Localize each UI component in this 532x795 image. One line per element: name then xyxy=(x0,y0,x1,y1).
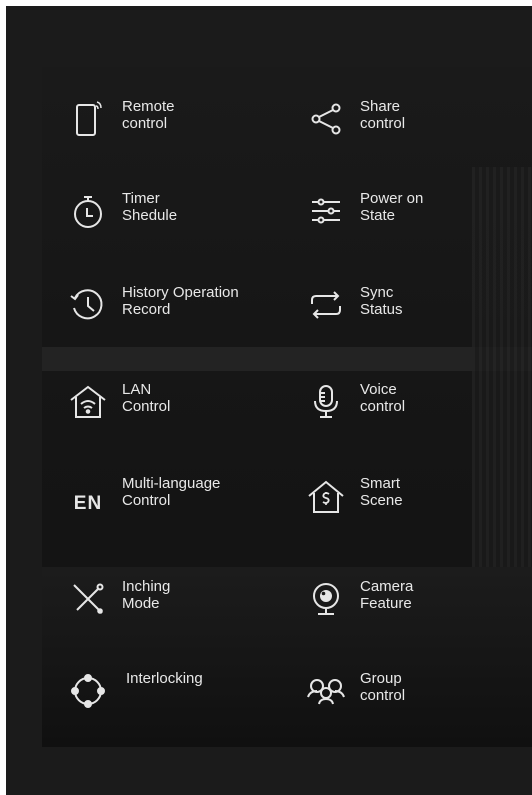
feature-label-line2: control xyxy=(360,687,406,704)
feature-voice-control: Voice control xyxy=(304,380,405,424)
feature-label-line1: Power on xyxy=(360,190,424,207)
feature-power-on-state: Power on State xyxy=(304,189,423,233)
feature-label-line1: Sync xyxy=(360,284,394,301)
feature-label-line1: LAN xyxy=(122,381,152,398)
feature-label-line1: Group xyxy=(360,670,402,687)
feature-history-operation-record: History Operation Record xyxy=(66,283,239,327)
language-en-text: EN xyxy=(73,493,103,514)
feature-label-line2: Record xyxy=(122,301,171,318)
feature-interlocking: Interlocking xyxy=(66,669,203,713)
feature-label-line1: Interlocking xyxy=(126,670,203,687)
feature-label-line1: Inching xyxy=(122,578,171,595)
feature-inching-mode: Inching Mode xyxy=(66,577,170,621)
feature-label-line2: control xyxy=(360,115,406,132)
feature-label-line2: Mode xyxy=(122,595,160,612)
sync-icon xyxy=(304,283,348,327)
feature-label-line2: Control xyxy=(122,398,171,415)
feature-label-line2: Scene xyxy=(360,492,403,509)
feature-label-line2: Status xyxy=(360,301,403,318)
feature-panel: Remote control Share control Timer Shedule xyxy=(42,67,532,747)
camera-icon xyxy=(304,577,348,621)
feature-sync-status: Sync Status xyxy=(304,283,403,327)
remote-phone-icon xyxy=(66,97,110,141)
feature-label-line1: Voice xyxy=(360,381,397,398)
feature-share-control: Share control xyxy=(304,97,405,141)
feature-label-line2: State xyxy=(360,207,396,224)
feature-timer-schedule: Timer Shedule xyxy=(66,189,177,233)
feature-remote-control: Remote control xyxy=(66,97,175,141)
share-icon xyxy=(304,97,348,141)
history-icon xyxy=(66,283,110,327)
feature-smart-scene: Smart Scene xyxy=(304,474,403,518)
group-icon xyxy=(304,669,348,713)
feature-label-line2: Shedule xyxy=(122,207,178,224)
background-slab xyxy=(42,347,532,371)
feature-label-line1: Timer xyxy=(122,190,160,207)
feature-multi-language-control: EN Multi-language Control xyxy=(66,474,221,518)
feature-lan-control: LAN Control xyxy=(66,380,170,424)
timer-icon xyxy=(66,189,110,233)
feature-label-line2: control xyxy=(360,398,406,415)
language-en-icon: EN xyxy=(66,474,110,518)
feature-camera-feature: Camera Feature xyxy=(304,577,413,621)
feature-label-line1: Multi-language xyxy=(122,475,221,492)
feature-label-line2: control xyxy=(122,115,168,132)
microphone-icon xyxy=(304,380,348,424)
smart-scene-home-icon xyxy=(304,474,348,518)
lan-home-wifi-icon xyxy=(66,380,110,424)
feature-group-control: Group control xyxy=(304,669,405,713)
feature-label-line1: Remote xyxy=(122,98,175,115)
feature-frame: Remote control Share control Timer Shedule xyxy=(6,6,532,795)
feature-label-line2: Control xyxy=(122,492,171,509)
inching-icon xyxy=(66,577,110,621)
feature-label-line1: Smart xyxy=(360,475,401,492)
feature-label-line2: Feature xyxy=(360,595,412,612)
feature-label-line1: Camera xyxy=(360,578,414,595)
interlocking-icon xyxy=(66,669,110,713)
feature-label-line1: History Operation xyxy=(122,284,239,301)
power-state-icon xyxy=(304,189,348,233)
feature-label-line1: Share xyxy=(360,98,401,115)
